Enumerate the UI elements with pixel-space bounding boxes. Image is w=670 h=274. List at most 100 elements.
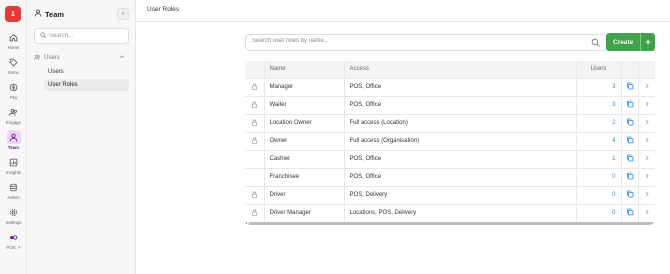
create-button[interactable]: Create +: [606, 33, 655, 51]
sidebar-header: Team: [34, 9, 64, 19]
role-user-count[interactable]: 0: [576, 204, 622, 223]
copy-cell[interactable]: [621, 168, 639, 187]
role-search-input[interactable]: [252, 38, 572, 44]
header-access[interactable]: Access: [344, 61, 577, 79]
role-name: Manager: [264, 78, 345, 97]
copy-icon[interactable]: [626, 154, 634, 164]
collapse-sidebar-button[interactable]: «: [117, 8, 129, 20]
rail-item-settings[interactable]: Settings: [0, 205, 27, 227]
lock-icon: [251, 101, 258, 110]
role-user-count[interactable]: 0: [576, 186, 622, 205]
rail-item-engage[interactable]: Engage: [0, 105, 27, 127]
table-row[interactable]: Manager POS, Office 3: [245, 78, 655, 97]
table-row[interactable]: Location Owner Full access (Location) 2: [245, 114, 655, 133]
rail-item-pay[interactable]: Pay: [0, 80, 27, 102]
rail-item-label: Admin: [7, 195, 20, 200]
rail-item-pos[interactable]: POS ↗: [0, 230, 27, 252]
sidebar-item-user-roles[interactable]: User Roles: [44, 79, 129, 91]
chevron-right-icon[interactable]: [644, 173, 650, 181]
chevron-right-icon[interactable]: [644, 191, 650, 199]
home-icon: [7, 30, 21, 44]
copy-icon[interactable]: [626, 208, 634, 218]
role-name: Driver Manager: [264, 204, 345, 223]
copy-icon[interactable]: [626, 190, 634, 200]
role-user-count[interactable]: 3: [576, 96, 622, 115]
copy-cell[interactable]: [621, 132, 639, 151]
role-user-count[interactable]: 1: [576, 150, 622, 169]
copy-cell[interactable]: [621, 114, 639, 133]
chart-icon: [7, 155, 21, 169]
table-row[interactable]: Driver POS, Delivery 0: [245, 186, 655, 205]
rail-item-label: Home: [7, 45, 20, 50]
sidebar-item-users[interactable]: Users: [44, 66, 129, 78]
page-title: User Roles: [147, 6, 180, 13]
lock-cell: [245, 114, 265, 133]
lock-cell: [245, 204, 265, 223]
header-copy: [621, 61, 639, 79]
app-logo[interactable]: 1: [5, 6, 21, 22]
people-icon: [34, 54, 41, 63]
copy-icon[interactable]: [626, 136, 634, 146]
copy-icon[interactable]: [626, 172, 634, 182]
copy-cell[interactable]: [621, 96, 639, 115]
role-user-count[interactable]: 2: [576, 114, 622, 133]
scroll-left-icon[interactable]: ◂: [245, 220, 247, 225]
people-icon: [7, 105, 21, 119]
rail-item-insights[interactable]: Insights: [0, 155, 27, 177]
sidebar-search-input[interactable]: [49, 33, 124, 39]
role-user-count[interactable]: 0: [576, 168, 622, 187]
plus-icon[interactable]: +: [640, 33, 655, 51]
open-cell[interactable]: [638, 132, 655, 151]
role-user-count[interactable]: 3: [576, 78, 622, 97]
open-cell[interactable]: [638, 150, 655, 169]
horizontal-scrollbar[interactable]: [246, 222, 654, 225]
lock-icon: [251, 137, 258, 146]
header-users[interactable]: Users: [576, 61, 622, 79]
gear-icon: [7, 205, 21, 219]
table-row[interactable]: Cashier POS, Office 1: [245, 150, 655, 169]
sidebar-group-label: Users: [44, 55, 60, 61]
rail-item-admin[interactable]: Admin: [0, 180, 27, 202]
open-cell[interactable]: [638, 168, 655, 187]
sidebar-search[interactable]: [34, 28, 129, 44]
open-cell[interactable]: [638, 78, 655, 97]
lock-icon: [251, 191, 258, 200]
chevron-right-icon[interactable]: [644, 155, 650, 163]
role-user-count[interactable]: 4: [576, 132, 622, 151]
copy-cell[interactable]: [621, 204, 639, 223]
table-row[interactable]: Franchisee POS, Office 0: [245, 168, 655, 187]
chevron-right-icon[interactable]: [644, 101, 650, 109]
chevron-right-icon[interactable]: [644, 83, 650, 91]
rail-item-home[interactable]: Home: [0, 30, 27, 52]
scrollbar-thumb[interactable]: [249, 222, 651, 225]
role-search-box[interactable]: [245, 34, 607, 51]
lock-cell: [245, 168, 265, 187]
table-row[interactable]: Owner Full access (Organisation) 4: [245, 132, 655, 151]
lock-icon: [251, 83, 258, 92]
sidebar-group-users[interactable]: Users: [34, 52, 129, 64]
chevron-right-icon[interactable]: [644, 137, 650, 145]
table-row[interactable]: Waiter POS, Office 3: [245, 96, 655, 115]
copy-icon[interactable]: [626, 82, 634, 92]
chevron-right-icon[interactable]: [644, 209, 650, 217]
table-row[interactable]: Driver Manager Locations, POS, Delivery 0: [245, 204, 655, 223]
lock-cell: [245, 96, 265, 115]
rail-item-team[interactable]: Team: [0, 130, 27, 152]
rail-item-label: Insights: [5, 170, 22, 175]
copy-cell[interactable]: [621, 150, 639, 169]
search-icon[interactable]: [591, 38, 600, 49]
scroll-right-icon[interactable]: ▸: [651, 220, 653, 225]
lock-cell: [245, 150, 265, 169]
open-cell[interactable]: [638, 96, 655, 115]
chevron-right-icon[interactable]: [644, 119, 650, 127]
open-cell[interactable]: [638, 114, 655, 133]
copy-icon[interactable]: [626, 100, 634, 110]
header-name[interactable]: Name: [264, 61, 345, 79]
copy-icon[interactable]: [626, 118, 634, 128]
copy-cell[interactable]: [621, 186, 639, 205]
open-cell[interactable]: [638, 186, 655, 205]
rail-item-items[interactable]: Items: [0, 55, 27, 77]
copy-cell[interactable]: [621, 78, 639, 97]
pos-icon: [7, 230, 21, 244]
role-name: Cashier: [264, 150, 345, 169]
